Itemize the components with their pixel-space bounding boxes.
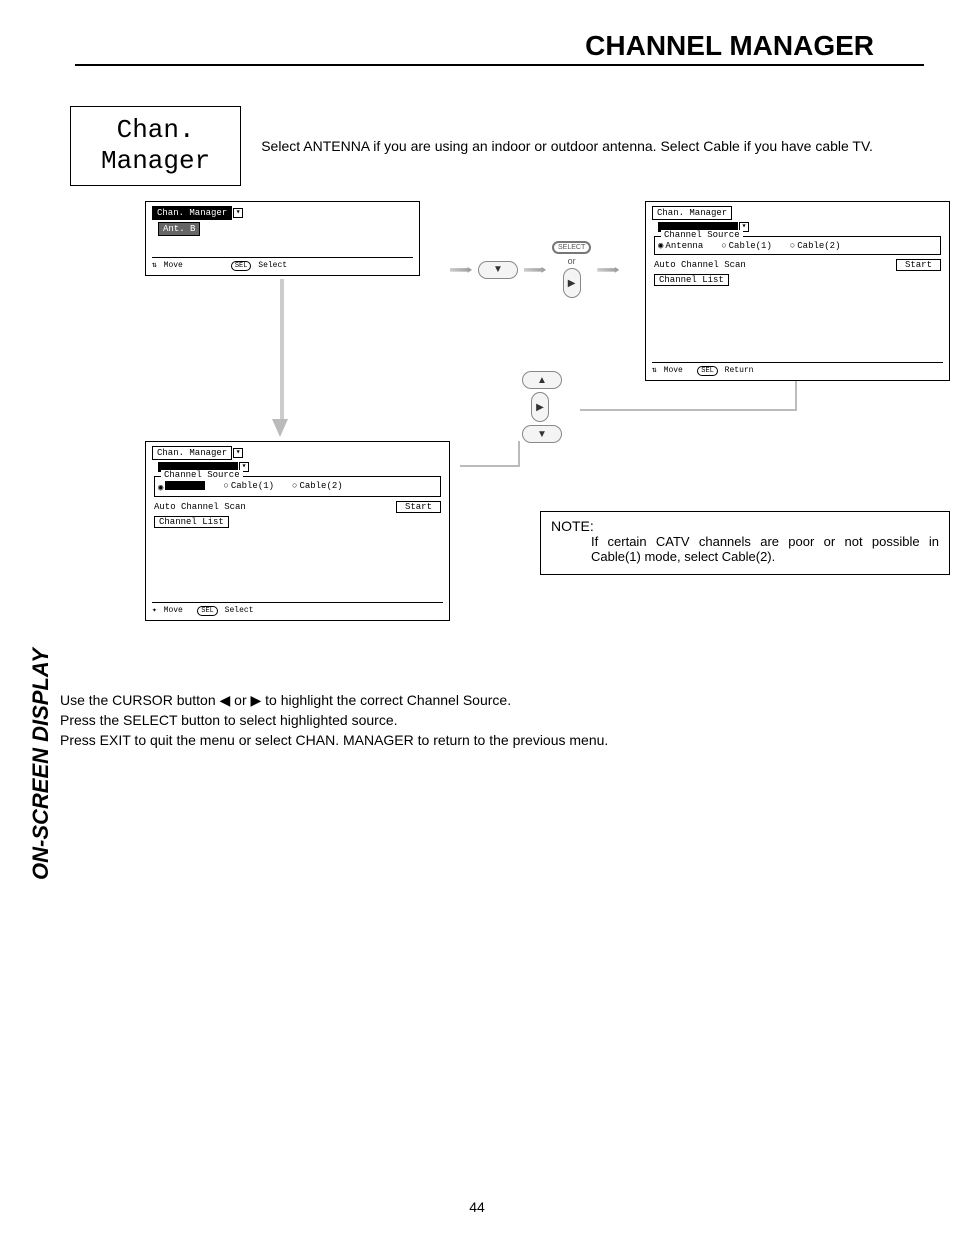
option-cable2: Cable(2) bbox=[299, 481, 342, 491]
footer-move: Move bbox=[664, 366, 683, 375]
cursor-down-icon bbox=[522, 425, 562, 443]
flow-connector bbox=[518, 441, 520, 467]
page-title: CHANNEL MANAGER bbox=[75, 0, 924, 66]
osd-panel-3: Chan. Manager Channel Source Cable(1) Ca… bbox=[145, 441, 450, 621]
move-icon bbox=[152, 261, 159, 270]
option-cable1: Cable(1) bbox=[231, 481, 274, 491]
option-cable1: Cable(1) bbox=[729, 241, 772, 251]
crumb-chan-manager: Chan. Manager bbox=[152, 446, 232, 460]
sel-button-icon: SEL bbox=[197, 606, 218, 616]
start-button: Start bbox=[896, 259, 941, 271]
crumb-chan-manager: Chan. Manager bbox=[152, 206, 232, 220]
radio-cable2 bbox=[790, 241, 795, 251]
instructions: Use the CURSOR button ◀ or ▶ to highligh… bbox=[60, 691, 954, 750]
select-button-icon: SELECT bbox=[552, 241, 591, 254]
topic-box-line2: Manager bbox=[101, 146, 210, 176]
radio-selected bbox=[158, 483, 163, 493]
channel-source-group: Channel Source Antenna Cable(1) Cable(2) bbox=[654, 236, 941, 255]
flow-diagram: Chan. Manager Ant. B Move SEL Select SEL… bbox=[70, 201, 954, 641]
page-number: 44 bbox=[0, 1199, 954, 1215]
cursor-right-icon bbox=[531, 392, 549, 422]
radio-cable2 bbox=[292, 481, 297, 491]
channel-list-button: Channel List bbox=[654, 274, 729, 286]
or-label: or bbox=[568, 256, 576, 266]
note-box: NOTE: If certain CATV channels are poor … bbox=[540, 511, 950, 575]
note-title: NOTE: bbox=[551, 518, 939, 534]
chevron-down-icon bbox=[233, 448, 243, 458]
fieldset-label: Channel Source bbox=[661, 230, 743, 240]
footer-move: Move bbox=[164, 261, 183, 270]
instruction-line-1: Use the CURSOR button ◀ or ▶ to highligh… bbox=[60, 691, 954, 711]
instruction-line-2: Press the SELECT button to select highli… bbox=[60, 711, 954, 731]
nav-right-1: SELECT or bbox=[450, 241, 619, 298]
cursor-down-icon bbox=[478, 261, 518, 279]
osd-panel-2: Chan. Manager Channel Source Antenna Cab… bbox=[645, 201, 950, 381]
radio-cable1 bbox=[223, 481, 228, 491]
option-cable2: Cable(2) bbox=[797, 241, 840, 251]
side-tab-label: ON-SCREEN DISPLAY bbox=[28, 648, 54, 880]
topic-row: Chan. Manager Select ANTENNA if you are … bbox=[70, 106, 954, 186]
osd-panel-1: Chan. Manager Ant. B Move SEL Select bbox=[145, 201, 420, 276]
flow-connector bbox=[460, 465, 520, 467]
flow-connector bbox=[280, 279, 284, 424]
move-icon bbox=[652, 366, 659, 375]
cursor-right-icon bbox=[563, 268, 581, 298]
footer-move: Move bbox=[164, 606, 183, 615]
option-antenna-hi bbox=[165, 481, 205, 490]
option-antenna: Antenna bbox=[665, 241, 703, 251]
channel-source-group: Channel Source Cable(1) Cable(2) bbox=[154, 476, 441, 497]
topic-box: Chan. Manager bbox=[70, 106, 241, 186]
move-icon: ✦ bbox=[152, 606, 157, 615]
auto-scan-label: Auto Channel Scan bbox=[154, 502, 246, 512]
cursor-up-icon bbox=[522, 371, 562, 389]
instruction-line-3: Press EXIT to quit the menu or select CH… bbox=[60, 731, 954, 751]
auto-scan-label: Auto Channel Scan bbox=[654, 260, 746, 270]
menu-item-antb: Ant. B bbox=[158, 222, 200, 236]
arrow-down-icon bbox=[272, 419, 288, 437]
radio-cable1 bbox=[721, 241, 726, 251]
flow-connector bbox=[795, 381, 797, 411]
sel-button-icon: SEL bbox=[231, 261, 252, 271]
topic-box-line1: Chan. bbox=[117, 115, 195, 145]
flow-connector bbox=[580, 409, 797, 411]
nav-vertical bbox=[510, 371, 574, 443]
crumb-chan-manager: Chan. Manager bbox=[652, 206, 732, 220]
footer-select: Select bbox=[225, 606, 254, 615]
sel-button-icon: SEL bbox=[697, 366, 718, 376]
start-button: Start bbox=[396, 501, 441, 513]
channel-list-button: Channel List bbox=[154, 516, 229, 528]
footer-select: Select bbox=[258, 261, 287, 270]
fieldset-label: Channel Source bbox=[161, 470, 243, 480]
topic-description: Select ANTENNA if you are using an indoo… bbox=[261, 138, 913, 154]
chevron-down-icon bbox=[233, 208, 243, 218]
radio-antenna bbox=[658, 241, 663, 251]
footer-return: Return bbox=[725, 366, 754, 375]
note-text: If certain CATV channels are poor or not… bbox=[551, 534, 939, 564]
